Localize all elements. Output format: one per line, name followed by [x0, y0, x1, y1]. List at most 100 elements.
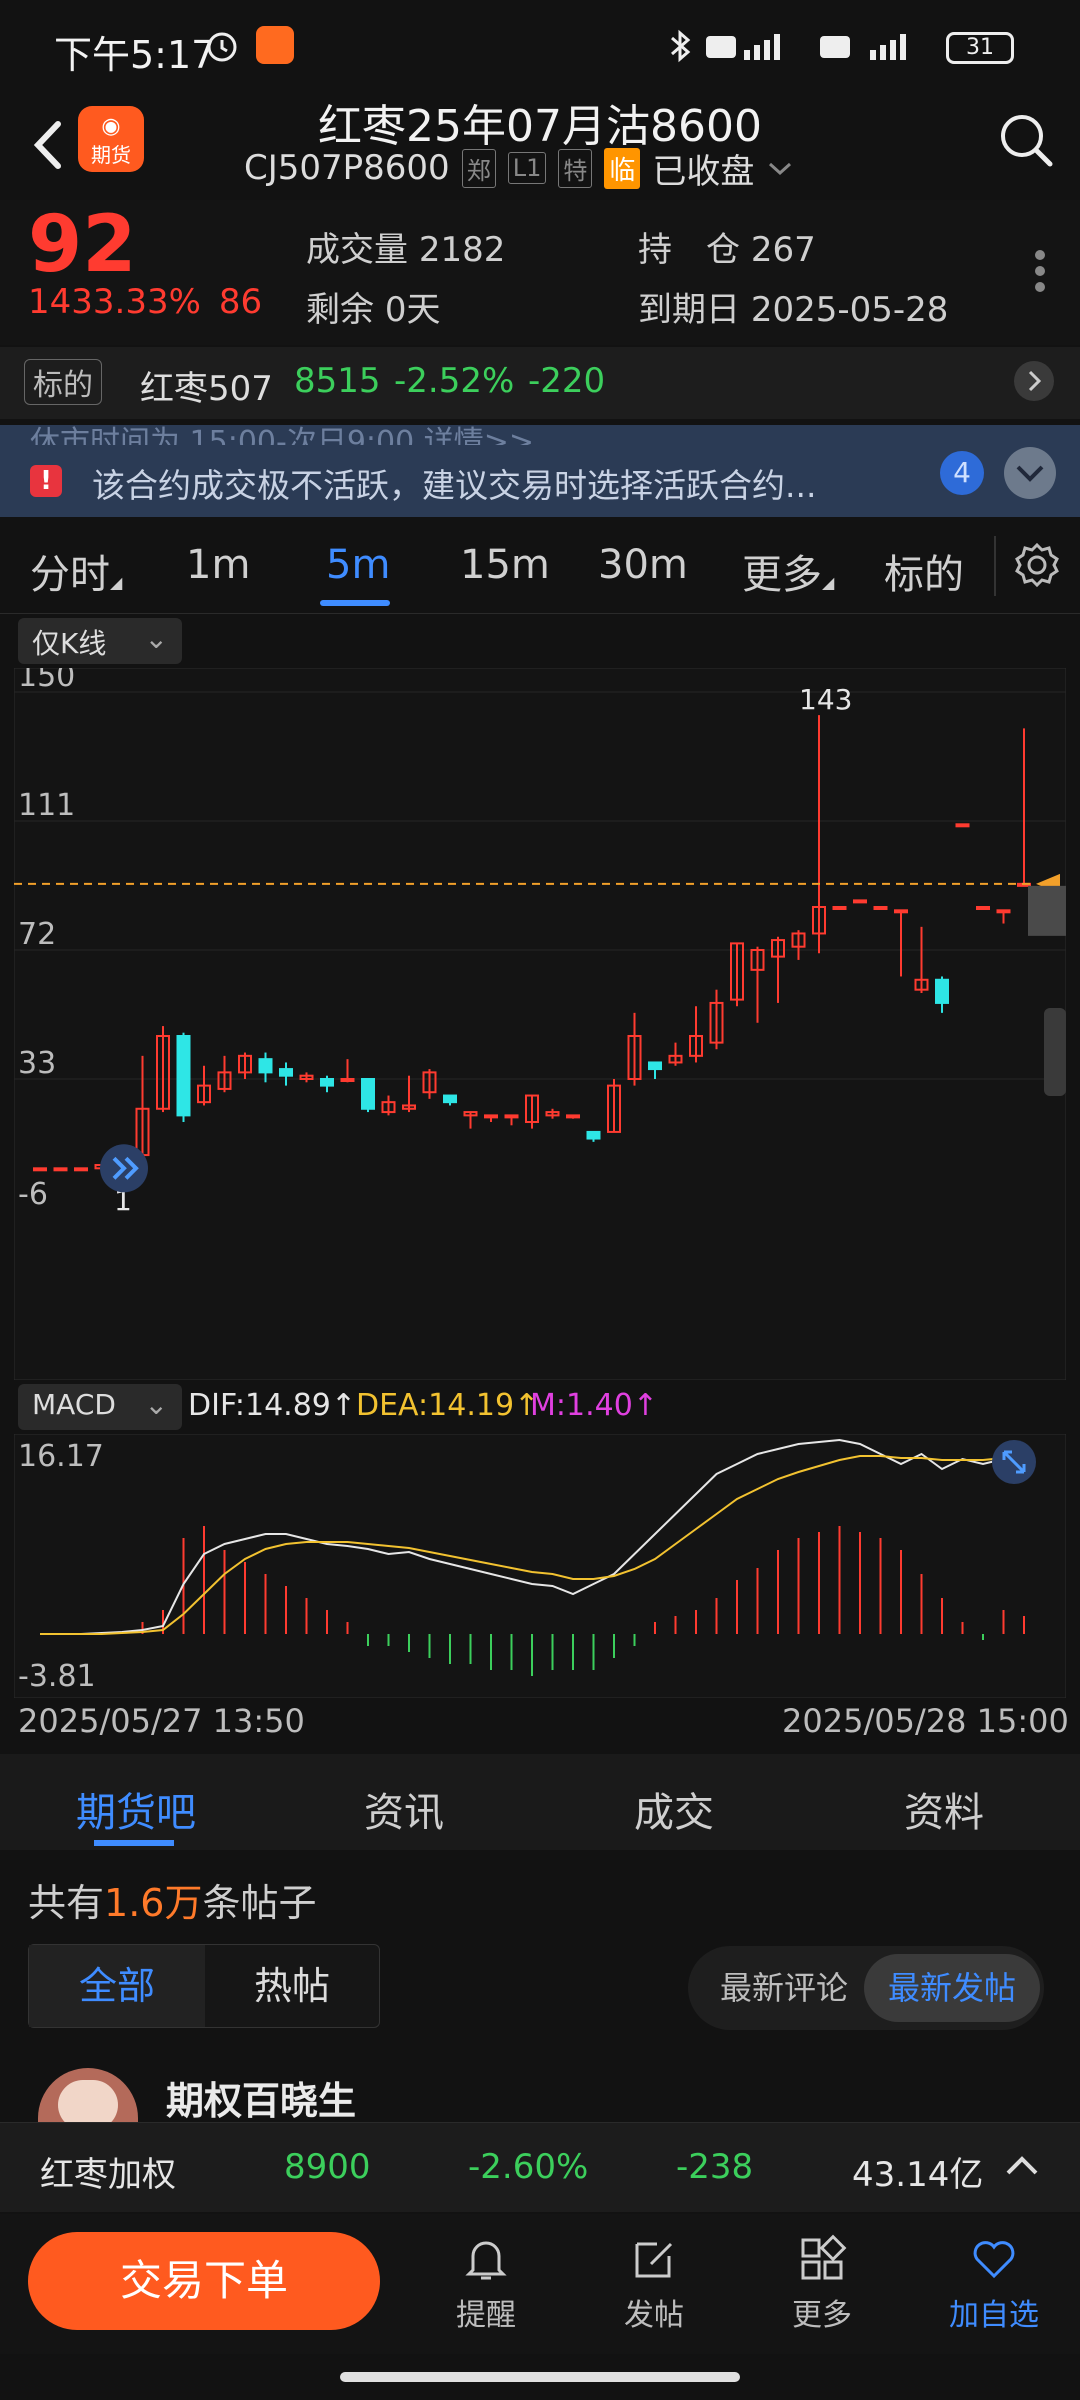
end-date: 2025/05/28 15:00	[782, 1702, 1069, 1740]
notice-banner[interactable]: 休市时间为 15:00-次日9:00 详情>> ! 该合约成交极不活跃，建议交易…	[0, 425, 1080, 517]
remain-label: 剩余	[306, 290, 374, 330]
dock-more[interactable]: 更多	[762, 2234, 882, 2334]
candlestick-chart[interactable]: 1501117233-61431	[14, 668, 1066, 1380]
tab-underlying[interactable]: 标的	[884, 542, 964, 600]
candle	[853, 899, 867, 904]
jump-start-icon	[100, 1144, 148, 1193]
chevron-right-icon[interactable]	[1014, 361, 1054, 401]
scroll-handle	[1044, 1008, 1066, 1096]
chevron-up-icon[interactable]	[1004, 2153, 1040, 2177]
avatar[interactable]	[38, 2068, 138, 2124]
last-price: 92	[28, 200, 137, 290]
underlying-tag: 标的	[24, 359, 102, 405]
tab-5m[interactable]: 5m	[326, 542, 390, 588]
dock-watchlist[interactable]: 加自选	[934, 2234, 1054, 2334]
indicator-dropdown[interactable]: MACD ⌄	[18, 1384, 182, 1430]
kline-mode-label: 仅K线	[32, 627, 107, 660]
search-icon[interactable]	[996, 110, 1056, 170]
post-author[interactable]: 期权百晓生	[166, 2070, 356, 2125]
level-tag: L1	[507, 152, 547, 184]
signal-5g-icon	[820, 34, 906, 60]
tab-more[interactable]: 更多◢	[742, 542, 834, 600]
dock-alert-label: 提醒	[456, 2298, 516, 2333]
candle	[176, 1032, 191, 1122]
more-vert-icon[interactable]	[1032, 244, 1048, 304]
candle	[873, 906, 888, 910]
sort-latest-post[interactable]: 最新发帖	[864, 1954, 1040, 2022]
post-filter: 全部 热帖	[28, 1944, 380, 2028]
change-percent: 1433.33%	[28, 282, 201, 322]
candle	[74, 1167, 88, 1172]
tab-1m[interactable]: 1m	[186, 542, 250, 588]
quote-panel: 92 1433.33% 86 成交量 2182 剩余 0天 持 仓 267 到期日…	[0, 200, 1080, 345]
exchange-tag: 郑	[461, 148, 496, 188]
tab-news[interactable]: 资讯	[364, 1780, 444, 1838]
price-change: 1433.33% 86	[28, 282, 262, 322]
posts-count: 共有1.6万条帖子	[28, 1872, 316, 1927]
expand-chevron-icon[interactable]	[1004, 447, 1056, 499]
dock-alert[interactable]: 提醒	[426, 2234, 546, 2334]
header: ◉ 期货 红枣25年07月沽8600 CJ507P8600 郑 L1 特 临 已收…	[0, 90, 1080, 200]
dock-post[interactable]: 发帖	[594, 2234, 714, 2334]
ticker-chg: -238	[676, 2147, 754, 2187]
y-tick-label: 72	[18, 917, 56, 952]
status-bar: 下午5:17 31	[0, 0, 1080, 90]
open-interest: 持 仓 267	[638, 222, 816, 271]
notice-line-2: 该合约成交极不活跃，建议交易时选择活跃合约...	[92, 466, 817, 505]
home-indicator	[340, 2372, 740, 2382]
tab-forum[interactable]: 期货吧	[76, 1780, 196, 1838]
edit-icon	[635, 2242, 673, 2278]
tab-timeshare[interactable]: 分时◢	[30, 542, 122, 600]
candle	[33, 1167, 47, 1172]
underlying-row[interactable]: 标的 红枣507 8515 -2.52% -220	[0, 347, 1080, 419]
tab-trades[interactable]: 成交	[634, 1780, 714, 1838]
bottom-dock: 交易下单 提醒 发帖 更多 加自选	[0, 2214, 1080, 2354]
contract-subline[interactable]: CJ507P8600 郑 L1 特 临 已收盘	[244, 146, 794, 192]
expiry-tag: 临	[604, 147, 641, 189]
macd-chart: 16.17 -3.81	[14, 1434, 1066, 1698]
filter-all[interactable]: 全部	[29, 1945, 205, 2027]
ticker-pct: -2.60%	[468, 2147, 589, 2187]
ticker-amount: 43.14亿	[852, 2155, 984, 2195]
sort-latest-comment[interactable]: 最新评论	[696, 1954, 872, 2022]
underlying-chg: -220	[528, 361, 606, 401]
active-tab-underline	[320, 600, 390, 606]
start-date: 2025/05/27 13:50	[18, 1702, 305, 1740]
expiry-label: 到期日	[638, 290, 740, 330]
bell-icon	[465, 2241, 507, 2280]
volume-value: 2182	[418, 230, 506, 270]
indicator-label: MACD	[32, 1388, 116, 1421]
expiry: 到期日 2025-05-28	[638, 282, 948, 331]
candle	[955, 823, 970, 828]
signal-icon	[706, 34, 780, 60]
posts-suffix: 条帖子	[202, 1881, 317, 1925]
macd-dea: DEA:14.19↑	[356, 1388, 540, 1423]
kline-mode-dropdown[interactable]: 仅K线 ⌄	[18, 618, 182, 664]
tab-info[interactable]: 资料	[904, 1780, 984, 1838]
y-tick-label: 150	[18, 668, 75, 694]
tab-more-label: 更多	[742, 552, 822, 598]
notice-line-1: 休市时间为 15:00-次日9:00 详情>>	[30, 425, 534, 445]
tab-30m[interactable]: 30m	[598, 542, 688, 588]
tab-15m[interactable]: 15m	[460, 542, 550, 588]
page-title: 红枣25年07月沽8600	[318, 101, 762, 152]
status-time: 下午5:17	[54, 33, 216, 77]
trade-button[interactable]: 交易下单	[28, 2232, 380, 2330]
grid-icon	[801, 2234, 847, 2280]
filter-hot[interactable]: 热帖	[205, 1945, 379, 2027]
post-sort: 最新评论 最新发帖	[688, 1946, 1044, 2030]
volume: 成交量 2182	[306, 222, 505, 271]
y-tick-label: 33	[18, 1046, 56, 1081]
tab-timeshare-label: 分时	[30, 552, 110, 598]
chevron-down-icon	[769, 162, 792, 176]
gear-icon[interactable]	[1012, 540, 1062, 590]
time-axis: 2025/05/27 13:50 2025/05/28 15:00	[0, 1702, 1080, 1752]
posts-count-value: 1.6万	[104, 1881, 203, 1925]
notice-count-badge: 4	[940, 451, 984, 495]
warning-icon: !	[30, 465, 62, 497]
remain-value: 0天	[384, 290, 441, 330]
index-ticker[interactable]: 红枣加权 8900 -2.60% -238 43.14亿	[0, 2122, 1080, 2212]
dock-watchlist-label: 加自选	[949, 2298, 1039, 2333]
macd-background	[14, 1434, 1066, 1698]
app-notification-icon	[256, 26, 294, 64]
